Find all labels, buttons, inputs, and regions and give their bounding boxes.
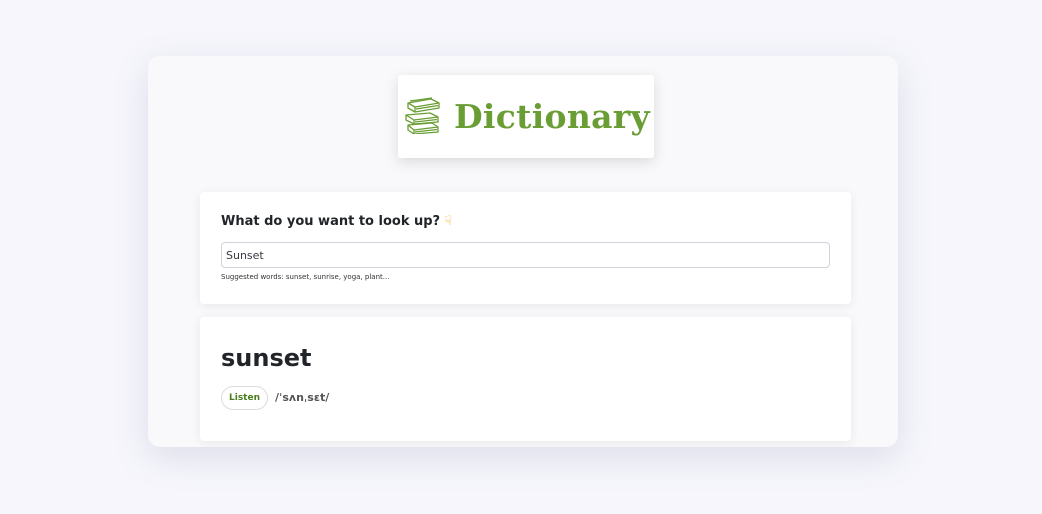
dictionary-app: Dictionary What do you want to look up? ☟… bbox=[148, 56, 898, 447]
search-heading: What do you want to look up? ☟ bbox=[221, 214, 452, 229]
phonetic-text: /ˈsʌnˌsɛt/ bbox=[275, 391, 330, 404]
books-icon bbox=[402, 96, 444, 138]
search-input[interactable] bbox=[221, 242, 830, 268]
search-panel: What do you want to look up?☟ Suggested … bbox=[200, 192, 851, 304]
suggested-words: Suggested words: sunset, sunrise, yoga, … bbox=[221, 273, 390, 281]
result-panel: sunset Listen /ˈsʌnˌsɛt/ bbox=[200, 317, 851, 441]
word-title: sunset bbox=[221, 344, 312, 372]
listen-button[interactable]: Listen bbox=[221, 386, 268, 410]
pointing-down-hand-icon: ☟ bbox=[444, 214, 453, 229]
logo-text: Dictionary bbox=[454, 97, 650, 136]
logo: Dictionary bbox=[398, 75, 654, 158]
search-heading-text: What do you want to look up? bbox=[221, 214, 441, 229]
